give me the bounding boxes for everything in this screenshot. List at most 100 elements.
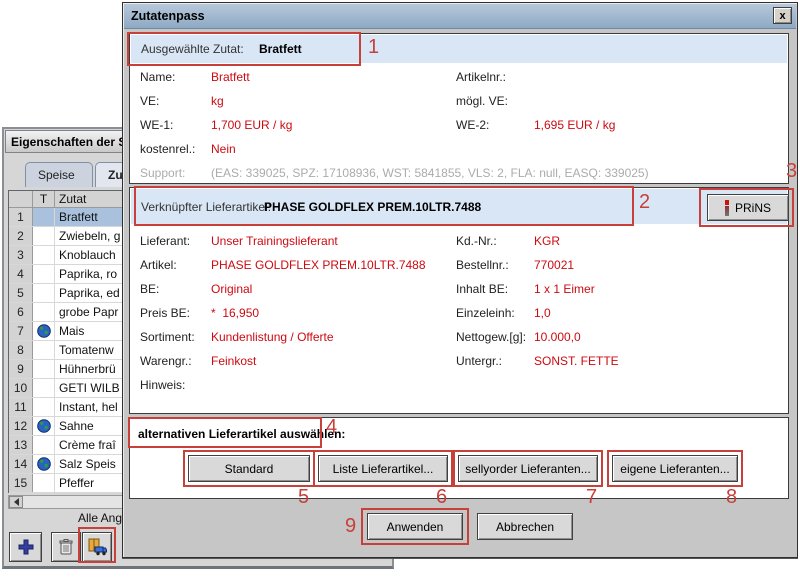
- linked-article-value: PHASE GOLDFLEX PREM.10LTR.7488: [264, 200, 481, 214]
- row-t: [33, 303, 55, 321]
- row-num: 3: [9, 246, 33, 264]
- delete-ingredient-button[interactable]: [51, 532, 81, 562]
- sellyorder-lieferanten-button[interactable]: sellyorder Lieferanten...: [458, 455, 598, 482]
- eigene-lieferanten-button[interactable]: eigene Lieferanten...: [612, 455, 738, 482]
- prins-info-icon: [725, 200, 729, 216]
- field-label: Nettogew.[g]:: [456, 330, 526, 344]
- cancel-button[interactable]: Abbrechen: [477, 513, 573, 540]
- field-label: Artikelnr.:: [456, 70, 506, 84]
- field-value: Feinkost: [211, 354, 256, 368]
- field-value: SONST. FETTE: [534, 354, 619, 368]
- field-value: kg: [211, 94, 224, 108]
- row-t: [33, 208, 55, 226]
- header-rownum: [9, 191, 33, 207]
- scroll-left-arrow-icon: [14, 498, 19, 506]
- alternative-section-label: alternativen Lieferartikel auswählen:: [138, 427, 345, 441]
- annotation-num-7: 7: [586, 486, 597, 509]
- field-label: Artikel:: [140, 258, 177, 272]
- field-value: 10.000,0: [534, 330, 581, 344]
- selected-ingredient-label: Ausgewählte Zutat:: [141, 42, 244, 56]
- selected-ingredient-value: Bratfett: [259, 42, 302, 56]
- row-num: 4: [9, 265, 33, 283]
- footnote-text: Alle Ang: [78, 511, 122, 525]
- add-ingredient-button[interactable]: [9, 532, 42, 562]
- tab-speise[interactable]: Speise: [25, 162, 93, 187]
- field-value: Nein: [211, 142, 236, 156]
- globe-icon: [37, 457, 51, 471]
- row-num: 6: [9, 303, 33, 321]
- row-t: [33, 284, 55, 302]
- apply-button[interactable]: Anwenden: [367, 513, 463, 540]
- selected-ingredient-header: Ausgewählte Zutat: Bratfett: [131, 35, 787, 63]
- standard-button[interactable]: Standard: [188, 455, 310, 482]
- row-num: 8: [9, 341, 33, 359]
- field-label: Inhalt BE:: [456, 282, 508, 296]
- annotation-num-5: 5: [298, 486, 309, 509]
- globe-icon: [37, 419, 51, 433]
- field-value: Unser Trainingslieferant: [211, 234, 338, 248]
- row-num: 10: [9, 379, 33, 397]
- field-label: Warengr.:: [140, 354, 192, 368]
- field-label: Name:: [140, 70, 175, 84]
- header-t: T: [33, 191, 55, 207]
- tab-speise-label: Speise: [38, 168, 75, 182]
- row-num: 11: [9, 398, 33, 416]
- field-value: 770021: [534, 258, 574, 272]
- apply-button-label: Anwenden: [387, 520, 444, 534]
- field-label: Kd.-Nr.:: [456, 234, 497, 248]
- field-label: BE:: [140, 282, 159, 296]
- row-t: [33, 360, 55, 378]
- field-value: PHASE GOLDFLEX PREM.10LTR.7488: [211, 258, 426, 272]
- cancel-button-label: Abbrechen: [496, 520, 554, 534]
- row-t: [33, 436, 55, 454]
- field-label: Bestellnr.:: [456, 258, 509, 272]
- scroll-left-button[interactable]: [9, 496, 23, 508]
- field-label: Einzeleinh:: [456, 306, 515, 320]
- trash-icon: [58, 538, 74, 556]
- field-value: * 16,950: [211, 306, 259, 320]
- field-value: Bratfett: [211, 70, 250, 84]
- field-label: WE-1:: [140, 118, 173, 132]
- prins-button-label: PRiNS: [735, 201, 771, 215]
- field-label: WE-2:: [456, 118, 489, 132]
- field-label: kostenrel.:: [140, 142, 195, 156]
- globe-icon: [37, 324, 51, 338]
- dialog-title: Zutatenpass: [131, 9, 205, 23]
- prins-button[interactable]: PRiNS: [707, 194, 789, 221]
- field-value: Kundenlistung / Offerte: [211, 330, 334, 344]
- supplier-article-button[interactable]: [82, 532, 112, 562]
- linked-article-panel: Verknüpfter Lieferartikel: PHASE GOLDFLE…: [129, 187, 789, 414]
- field-label: Hinweis:: [140, 378, 185, 392]
- field-label: Lieferant:: [140, 234, 190, 248]
- row-t: [33, 265, 55, 283]
- liste-lieferartikel-button[interactable]: Liste Lieferartikel...: [318, 455, 448, 482]
- field-value: 1,695 EUR / kg: [534, 118, 615, 132]
- linked-article-header: Verknüpfter Lieferartikel: PHASE GOLDFLE…: [131, 189, 787, 224]
- row-t: [33, 322, 55, 340]
- close-icon: x: [779, 10, 785, 22]
- row-t: [33, 246, 55, 264]
- support-value: (EAS: 339025, SPZ: 17108936, WST: 584185…: [211, 166, 649, 180]
- row-t: [33, 474, 55, 492]
- field-label: mögl. VE:: [456, 94, 508, 108]
- sellyorder-lieferanten-button-label: sellyorder Lieferanten...: [465, 462, 590, 476]
- row-t: [33, 227, 55, 245]
- dialog-titlebar[interactable]: Zutatenpass: [124, 4, 796, 29]
- standard-button-label: Standard: [225, 462, 274, 476]
- selected-ingredient-panel: Ausgewählte Zutat: Bratfett Name: Bratfe…: [129, 33, 789, 184]
- row-num: 1: [9, 208, 33, 226]
- linked-article-label: Verknüpfter Lieferartikel:: [141, 200, 271, 214]
- annotation-num-6: 6: [436, 486, 447, 509]
- row-num: 14: [9, 455, 33, 473]
- field-value: KGR: [534, 234, 560, 248]
- row-num: 13: [9, 436, 33, 454]
- row-num: 12: [9, 417, 33, 435]
- plus-icon: [17, 538, 35, 556]
- field-label: Sortiment:: [140, 330, 195, 344]
- close-button[interactable]: x: [773, 7, 792, 24]
- field-label: Untergr.:: [456, 354, 502, 368]
- row-t: [33, 398, 55, 416]
- properties-window-title: Eigenschaften der S: [11, 135, 126, 149]
- field-value: 1,700 EUR / kg: [211, 118, 292, 132]
- field-label: VE:: [140, 94, 159, 108]
